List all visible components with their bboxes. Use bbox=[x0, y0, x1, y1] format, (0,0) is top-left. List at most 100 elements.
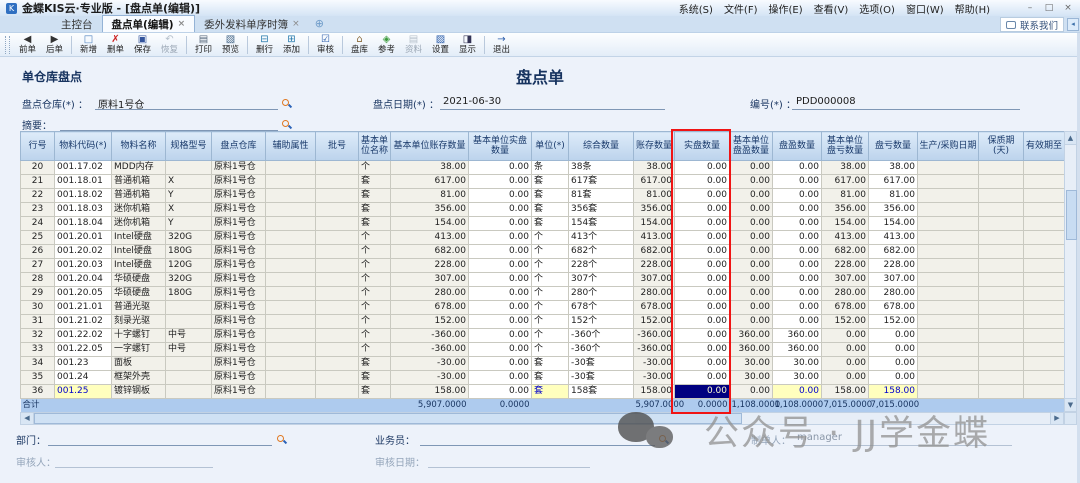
cell-unit[interactable]: 个 bbox=[532, 315, 569, 329]
column-header-base-loss-qty[interactable]: 基本单位盘亏数量 bbox=[822, 132, 869, 161]
cell-row-no[interactable]: 35 bbox=[21, 371, 55, 385]
cell-valid-until[interactable] bbox=[1024, 385, 1065, 399]
cell-stock-qty[interactable]: 307.00 bbox=[634, 273, 675, 287]
cell-prod-purchase-date[interactable] bbox=[918, 273, 979, 287]
cell-material-code[interactable]: 001.22.05 bbox=[55, 343, 112, 357]
cell-surplus-qty[interactable]: 0.00 bbox=[773, 245, 822, 259]
cell-surplus-qty[interactable]: 0.00 bbox=[773, 161, 822, 175]
cell-base-loss-qty[interactable]: 280.00 bbox=[822, 287, 869, 301]
cell-stock-qty[interactable]: -30.00 bbox=[634, 357, 675, 371]
prev-bill-button[interactable]: ◀前单 bbox=[14, 33, 41, 56]
cell-row-no[interactable]: 20 bbox=[21, 161, 55, 175]
cell-loss-qty[interactable]: 0.00 bbox=[869, 343, 918, 357]
cell-stock-warehouse[interactable]: 原料1号仓 bbox=[212, 231, 266, 245]
cell-spec-model[interactable] bbox=[166, 315, 212, 329]
cell-aux-attr[interactable] bbox=[266, 175, 316, 189]
cell-loss-qty[interactable]: 356.00 bbox=[869, 203, 918, 217]
cell-row-no[interactable]: 34 bbox=[21, 357, 55, 371]
cell-valid-until[interactable] bbox=[1024, 245, 1065, 259]
menu-file[interactable]: 文件(F) bbox=[724, 1, 758, 16]
number-field-value[interactable]: PDD000008 bbox=[796, 96, 856, 107]
warehouse-field-value[interactable]: 原料1号仓 bbox=[98, 96, 144, 111]
tab-close-icon[interactable]: × bbox=[178, 19, 186, 29]
menu-operate[interactable]: 操作(E) bbox=[769, 1, 803, 16]
cell-surplus-qty[interactable]: 0.00 bbox=[773, 231, 822, 245]
cell-unit[interactable]: 个 bbox=[532, 301, 569, 315]
cell-shelf-life-days[interactable] bbox=[979, 357, 1024, 371]
cell-aux-attr[interactable] bbox=[266, 343, 316, 357]
cell-base-unit[interactable]: 个 bbox=[359, 259, 391, 273]
cell-valid-until[interactable] bbox=[1024, 329, 1065, 343]
cell-shelf-life-days[interactable] bbox=[979, 245, 1024, 259]
cell-counted-qty[interactable]: 0.00 bbox=[675, 231, 730, 245]
cell-row-no[interactable]: 21 bbox=[21, 175, 55, 189]
cell-batch-no[interactable] bbox=[316, 245, 359, 259]
cell-material-name[interactable]: 普通机箱 bbox=[112, 189, 166, 203]
cell-row-no[interactable]: 33 bbox=[21, 343, 55, 357]
cell-valid-until[interactable] bbox=[1024, 161, 1065, 175]
cell-stock-warehouse[interactable]: 原料1号仓 bbox=[212, 385, 266, 399]
cell-base-unit[interactable]: 个 bbox=[359, 245, 391, 259]
cell-shelf-life-days[interactable] bbox=[979, 315, 1024, 329]
cell-base-loss-qty[interactable]: 158.00 bbox=[822, 385, 869, 399]
cell-composite-qty[interactable]: 678个 bbox=[569, 301, 634, 315]
cell-base-loss-qty[interactable]: 682.00 bbox=[822, 245, 869, 259]
cell-base-counted-qty[interactable]: 0.00 bbox=[469, 357, 532, 371]
cell-stock-warehouse[interactable]: 原料1号仓 bbox=[212, 175, 266, 189]
date-field-value[interactable]: 2021-06-30 bbox=[443, 96, 501, 107]
cell-base-stock-qty[interactable]: 38.00 bbox=[391, 161, 469, 175]
cell-row-no[interactable]: 25 bbox=[21, 231, 55, 245]
cell-stock-qty[interactable]: 154.00 bbox=[634, 217, 675, 231]
warehouse-lookup-icon[interactable] bbox=[281, 98, 292, 109]
cell-shelf-life-days[interactable] bbox=[979, 385, 1024, 399]
cell-base-stock-qty[interactable]: 81.00 bbox=[391, 189, 469, 203]
cell-base-counted-qty[interactable]: 0.00 bbox=[469, 385, 532, 399]
cell-material-name[interactable]: 刻录光驱 bbox=[112, 315, 166, 329]
column-header-loss-qty[interactable]: 盘亏数量 bbox=[869, 132, 918, 161]
cell-aux-attr[interactable] bbox=[266, 189, 316, 203]
cell-stock-warehouse[interactable]: 原料1号仓 bbox=[212, 357, 266, 371]
cell-shelf-life-days[interactable] bbox=[979, 161, 1024, 175]
column-header-spec-model[interactable]: 规格型号 bbox=[166, 132, 212, 161]
cell-stock-warehouse[interactable]: 原料1号仓 bbox=[212, 189, 266, 203]
cell-material-name[interactable]: MDD内存 bbox=[112, 161, 166, 175]
cell-counted-qty[interactable]: 0.00 bbox=[675, 301, 730, 315]
column-header-shelf-life-days[interactable]: 保质期(天) bbox=[979, 132, 1024, 161]
cell-loss-qty[interactable]: 413.00 bbox=[869, 231, 918, 245]
collapse-panel-icon[interactable] bbox=[1067, 18, 1079, 31]
cell-material-code[interactable]: 001.18.02 bbox=[55, 189, 112, 203]
cell-batch-no[interactable] bbox=[316, 231, 359, 245]
cell-base-surplus-qty[interactable]: 0.00 bbox=[730, 161, 773, 175]
cell-stock-warehouse[interactable]: 原料1号仓 bbox=[212, 329, 266, 343]
preview-button[interactable]: ▧预览 bbox=[217, 33, 244, 56]
new-tab-button[interactable] bbox=[315, 17, 324, 30]
cell-base-stock-qty[interactable]: -360.00 bbox=[391, 329, 469, 343]
cell-prod-purchase-date[interactable] bbox=[918, 357, 979, 371]
cell-base-stock-qty[interactable]: 228.00 bbox=[391, 259, 469, 273]
cell-material-name[interactable]: Intel硬盘 bbox=[112, 259, 166, 273]
cell-material-name[interactable]: 一字螺钉 bbox=[112, 343, 166, 357]
cell-composite-qty[interactable]: 158套 bbox=[569, 385, 634, 399]
cell-base-loss-qty[interactable]: 152.00 bbox=[822, 315, 869, 329]
settings-button[interactable]: ▨设置 bbox=[427, 33, 454, 56]
cell-base-loss-qty[interactable]: 0.00 bbox=[822, 343, 869, 357]
cell-base-stock-qty[interactable]: 307.00 bbox=[391, 273, 469, 287]
cell-material-name[interactable]: 面板 bbox=[112, 357, 166, 371]
cell-spec-model[interactable]: X bbox=[166, 175, 212, 189]
cell-row-no[interactable]: 36 bbox=[21, 385, 55, 399]
cell-unit[interactable]: 个 bbox=[532, 343, 569, 357]
cell-counted-qty[interactable]: 0.00 bbox=[675, 385, 730, 399]
cell-base-stock-qty[interactable]: 158.00 bbox=[391, 385, 469, 399]
column-header-composite-qty[interactable]: 综合数量 bbox=[569, 132, 634, 161]
cell-aux-attr[interactable] bbox=[266, 161, 316, 175]
cell-prod-purchase-date[interactable] bbox=[918, 161, 979, 175]
cell-spec-model[interactable] bbox=[166, 357, 212, 371]
cell-counted-qty[interactable]: 0.00 bbox=[675, 329, 730, 343]
column-header-unit[interactable]: 单位(*) bbox=[532, 132, 569, 161]
cell-stock-qty[interactable]: 617.00 bbox=[634, 175, 675, 189]
cell-base-counted-qty[interactable]: 0.00 bbox=[469, 343, 532, 357]
cell-composite-qty[interactable]: 413个 bbox=[569, 231, 634, 245]
cell-base-surplus-qty[interactable]: 0.00 bbox=[730, 301, 773, 315]
cell-row-no[interactable]: 26 bbox=[21, 245, 55, 259]
cell-row-no[interactable]: 23 bbox=[21, 203, 55, 217]
